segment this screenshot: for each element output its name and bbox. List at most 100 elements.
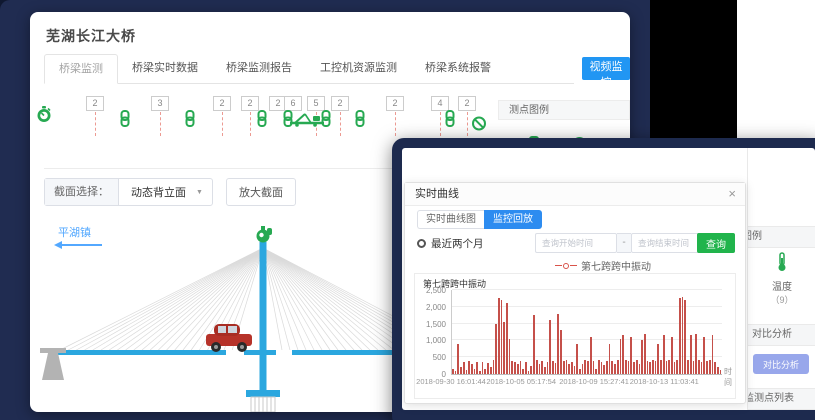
bar — [557, 314, 559, 374]
bar — [676, 360, 678, 374]
main-tab-4[interactable]: 工控机资源监测 — [306, 54, 411, 82]
bar — [584, 360, 586, 374]
bar — [576, 344, 578, 374]
bar — [457, 344, 459, 374]
x-tick-label: 2018-09-30 16:01:44 — [416, 377, 486, 386]
bar — [587, 361, 589, 374]
x-axis-label: 时间 — [724, 366, 735, 388]
section-select[interactable]: 截面选择： 动态背立面 ▼ — [44, 178, 213, 206]
bar — [522, 369, 524, 374]
chart-container: 第七跨跨中振动 时间 05001,0001,5002,0002,5002018-… — [414, 273, 736, 399]
main-tab-1[interactable]: 桥梁监测 — [44, 54, 118, 84]
sensor-count-badge[interactable]: 2 — [331, 96, 349, 111]
bar — [684, 300, 686, 374]
chain-link-icon[interactable] — [445, 110, 456, 132]
bar — [647, 361, 649, 374]
main-tabs: 桥梁监测桥梁实时数据桥梁监测报告工控机资源监测桥梁系统报警 — [44, 54, 574, 84]
pier-cap — [246, 390, 280, 397]
bar — [530, 366, 532, 374]
x-tick-label: 2018-10-05 05:17:54 — [486, 377, 556, 386]
dialog-tab-2[interactable]: 监控回放 — [484, 210, 542, 229]
dialog-titlebar: 实时曲线 × — [405, 183, 745, 206]
legend-circle-icon — [563, 263, 569, 269]
bar — [706, 361, 708, 374]
bar — [628, 361, 630, 374]
sensor-count-badge[interactable]: 2 — [213, 96, 231, 111]
forbidden-icon[interactable] — [472, 116, 487, 136]
bar — [503, 322, 505, 374]
sensor-dashed-line — [440, 112, 441, 136]
bar — [695, 334, 697, 374]
bar — [517, 364, 519, 374]
tower-sensor-icon[interactable] — [257, 226, 273, 243]
bar — [539, 364, 541, 374]
sensor-count-badge[interactable]: 2 — [458, 96, 476, 111]
bar — [506, 303, 508, 374]
bar — [679, 298, 681, 374]
legend-item-temperature[interactable]: 温度 （9） — [748, 252, 815, 306]
inspection-truck-icon[interactable] — [290, 112, 324, 132]
y-tick-label: 2,000 — [415, 303, 446, 312]
gauge-icon[interactable] — [37, 106, 52, 128]
bar — [620, 339, 622, 374]
compare-analysis-button[interactable]: 对比分析 — [753, 354, 809, 374]
query-button[interactable]: 查询 — [697, 233, 735, 253]
bar — [490, 367, 492, 374]
bar — [652, 360, 654, 374]
x-tick-label: 2018-10-13 11:03:41 — [630, 377, 699, 386]
main-tab-2[interactable]: 桥梁实时数据 — [118, 54, 212, 82]
enlarge-section-button[interactable]: 放大截面 — [226, 178, 296, 206]
section-select-value[interactable]: 动态背立面 — [119, 184, 196, 200]
bar — [547, 362, 549, 374]
background-panel — [737, 0, 815, 138]
bar — [541, 361, 543, 374]
bar — [603, 365, 605, 374]
bar — [476, 362, 478, 374]
video-monitor-button[interactable]: 视频监控 — [582, 57, 630, 80]
x-tick-label: 2018-10-09 15:27:41 — [559, 377, 629, 386]
sensor-count-badge[interactable]: 5 — [307, 96, 325, 111]
popup-window: 测点图例 温度 （9） 对比分析 对比分析 监测点列表 — [392, 138, 815, 420]
radio-recent-two-months[interactable]: 最近两个月 — [417, 236, 484, 251]
deck-gap — [276, 350, 292, 355]
sensor-count-badge[interactable]: 3 — [151, 96, 169, 111]
main-tab-3[interactable]: 桥梁监测报告 — [212, 54, 306, 82]
bar — [533, 315, 535, 374]
sensor-count-badge[interactable]: 4 — [431, 96, 449, 111]
bar — [582, 364, 584, 374]
close-icon[interactable]: × — [728, 183, 736, 205]
chain-link-icon[interactable] — [120, 110, 131, 132]
right-sidebar: 测点图例 温度 （9） 对比分析 对比分析 监测点列表 — [747, 148, 815, 410]
sensor-count-badge[interactable]: 2 — [241, 96, 259, 111]
bar — [560, 330, 562, 374]
bar — [611, 361, 613, 374]
abutment — [40, 348, 66, 380]
sensor-dashed-line — [250, 112, 251, 136]
bar — [717, 367, 719, 374]
sensor-count-badge[interactable]: 2 — [86, 96, 104, 111]
sensor-dashed-line — [222, 112, 223, 136]
legend-item-label: 温度 — [748, 278, 815, 293]
chain-link-icon[interactable] — [355, 110, 366, 132]
query-start-input[interactable] — [535, 233, 617, 253]
sensor-count-badge[interactable]: 2 — [386, 96, 404, 111]
dialog-tabs: 实时曲线图监控回放 — [417, 210, 542, 227]
bar — [671, 337, 673, 374]
bar — [544, 367, 546, 374]
dialog-tab-1[interactable]: 实时曲线图 — [417, 210, 484, 229]
legend-item-count: （9） — [748, 293, 815, 306]
bar — [712, 335, 714, 374]
popup-window-content: 测点图例 温度 （9） 对比分析 对比分析 监测点列表 — [402, 148, 815, 410]
bar — [666, 361, 668, 374]
sensor-dashed-line — [340, 112, 341, 136]
chart-legend[interactable]: 第七跨跨中振动 — [555, 258, 651, 273]
y-tick-label: 2,500 — [415, 286, 446, 295]
chain-link-icon[interactable] — [257, 110, 268, 132]
bar — [636, 360, 638, 374]
chain-link-icon[interactable] — [185, 110, 196, 132]
bar — [674, 362, 676, 374]
bar — [590, 337, 592, 374]
sensor-count-badge[interactable]: 6 — [284, 96, 302, 111]
sensor-dashed-line — [160, 112, 161, 136]
main-tab-5[interactable]: 桥梁系统报警 — [411, 54, 505, 82]
